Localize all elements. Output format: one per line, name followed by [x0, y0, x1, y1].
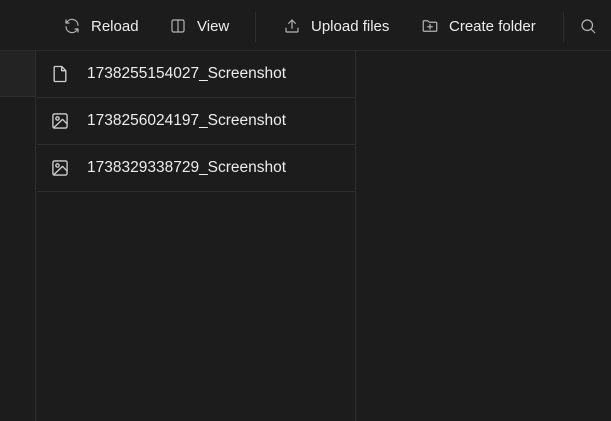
toolbar-divider: [563, 12, 564, 42]
search-icon: [581, 19, 596, 34]
storage-explorer: Reload View Upload files Create folder 1…: [0, 0, 611, 421]
file-row[interactable]: 1738256024197_Screenshot: [37, 98, 355, 145]
view-button[interactable]: View: [169, 11, 229, 41]
search-button[interactable]: [579, 11, 597, 41]
view-label: View: [197, 17, 230, 35]
reload-label: Reload: [91, 17, 139, 35]
create-folder-label: Create folder: [449, 17, 536, 35]
toolbar-divider: [255, 12, 256, 42]
file-name: 1738256024197_Screenshot: [87, 112, 287, 129]
file-icon: [53, 65, 67, 83]
file-name: 1738329338729_Screenshot: [87, 159, 287, 176]
upload-files-label: Upload files: [311, 17, 390, 35]
file-row[interactable]: 1738255154027_Screenshot: [37, 51, 355, 98]
upload-files-button[interactable]: Upload files: [283, 11, 389, 41]
folder-plus-icon: [422, 20, 438, 32]
columns-icon: [171, 19, 185, 33]
create-folder-button[interactable]: Create folder: [421, 11, 536, 41]
image-icon: [52, 160, 68, 176]
toolbar: Reload View Upload files Create folder: [0, 0, 611, 51]
reload-button[interactable]: Reload: [63, 11, 139, 41]
reload-icon: [65, 18, 79, 34]
file-row[interactable]: 1738329338729_Screenshot: [37, 145, 355, 192]
file-name: 1738255154027_Screenshot: [87, 65, 287, 82]
file-column: 1738255154027_Screenshot 1738256024197_S…: [37, 51, 356, 421]
upload-icon: [285, 19, 299, 33]
selected-folder-row[interactable]: [0, 51, 35, 97]
image-icon: [52, 113, 68, 129]
parent-column: [0, 51, 36, 421]
